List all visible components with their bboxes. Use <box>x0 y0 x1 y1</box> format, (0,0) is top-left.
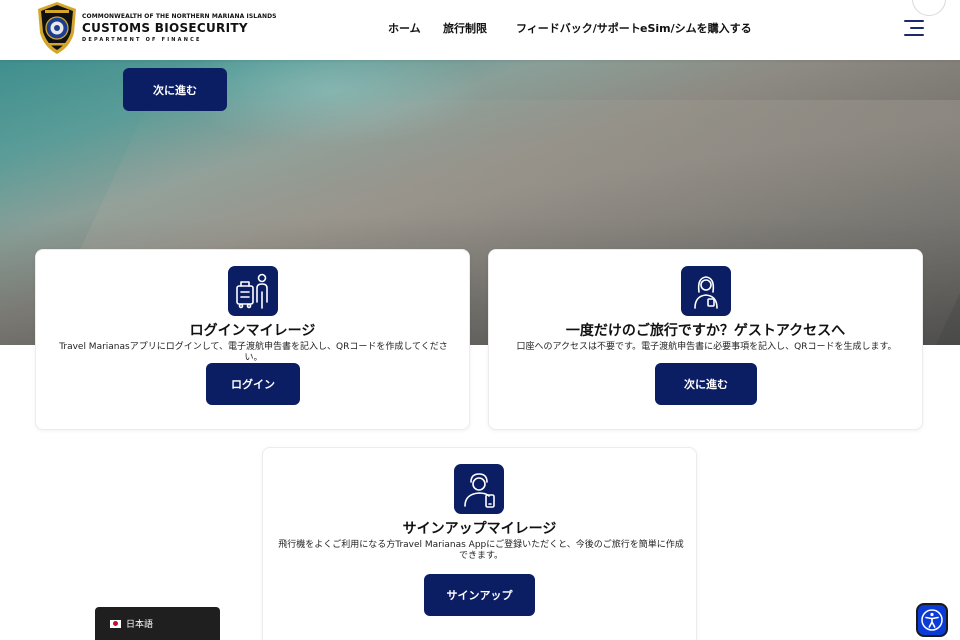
hero-next-button[interactable]: 次に進む <box>123 68 227 111</box>
logo-line-2: CUSTOMS BIOSECURITY <box>82 21 248 35</box>
user-phone-icon <box>454 464 504 514</box>
luggage-traveler-icon <box>228 266 278 316</box>
signup-button[interactable]: サインアップ <box>424 574 535 616</box>
site-logo[interactable]: COMMONWEALTH OF THE NORTHERN MARIANA ISL… <box>36 1 277 55</box>
login-card: ログインマイレージ Travel Marianasアプリにログインして、電子渡航… <box>35 249 470 430</box>
accessibility-button[interactable] <box>916 603 948 637</box>
login-button[interactable]: ログイン <box>206 363 300 405</box>
logo-line-1: COMMONWEALTH OF THE NORTHERN MARIANA ISL… <box>82 13 277 20</box>
guest-card-title: 一度だけのご旅行ですか？ゲストアクセスへ <box>565 323 846 339</box>
guest-card: 一度だけのご旅行ですか？ゲストアクセスへ 口座へのアクセスは不要です。電子渡航申… <box>488 249 923 430</box>
customs-shield-badge-icon <box>38 2 76 54</box>
site-header: COMMONWEALTH OF THE NORTHERN MARIANA ISL… <box>0 0 960 60</box>
japan-flag-icon <box>110 619 121 628</box>
login-card-description: Travel Marianasアプリにログインして、電子渡航申告書を記入し、QR… <box>59 342 448 363</box>
hamburger-menu-icon[interactable] <box>902 20 924 36</box>
nav-item-travel-restrictions[interactable]: 旅行制限 <box>443 20 487 36</box>
guest-card-description: 口座へのアクセスは不要です。電子渡航申告書に必要事項を記入し、QRコードを生成し… <box>516 342 897 352</box>
logo-line-3: DEPARTMENT OF FINANCE <box>82 37 202 43</box>
accessibility-person-icon <box>921 609 943 631</box>
nav-item-buy-esim[interactable]: eSim/シムを購入する <box>640 20 752 36</box>
nav-item-home[interactable]: ホーム <box>388 20 421 36</box>
language-label: 日本語 <box>126 620 154 630</box>
signup-card: サインアップマイレージ 飛行機をよくご利用になる方Travel Marianas… <box>262 447 697 640</box>
signup-card-title: サインアップマイレージ <box>402 521 557 537</box>
nav-item-feedback-support[interactable]: フィードバック/サポート <box>516 20 641 36</box>
logo-text: COMMONWEALTH OF THE NORTHERN MARIANA ISL… <box>82 13 277 43</box>
signup-card-description: 飛行機をよくご利用になる方Travel Marianas Appにご登録いただく… <box>278 540 684 561</box>
guest-woman-icon <box>681 266 731 316</box>
guest-next-button[interactable]: 次に進む <box>655 363 757 405</box>
language-selector[interactable]: 日本語 <box>95 607 220 640</box>
login-card-title: ログインマイレージ <box>189 323 316 339</box>
